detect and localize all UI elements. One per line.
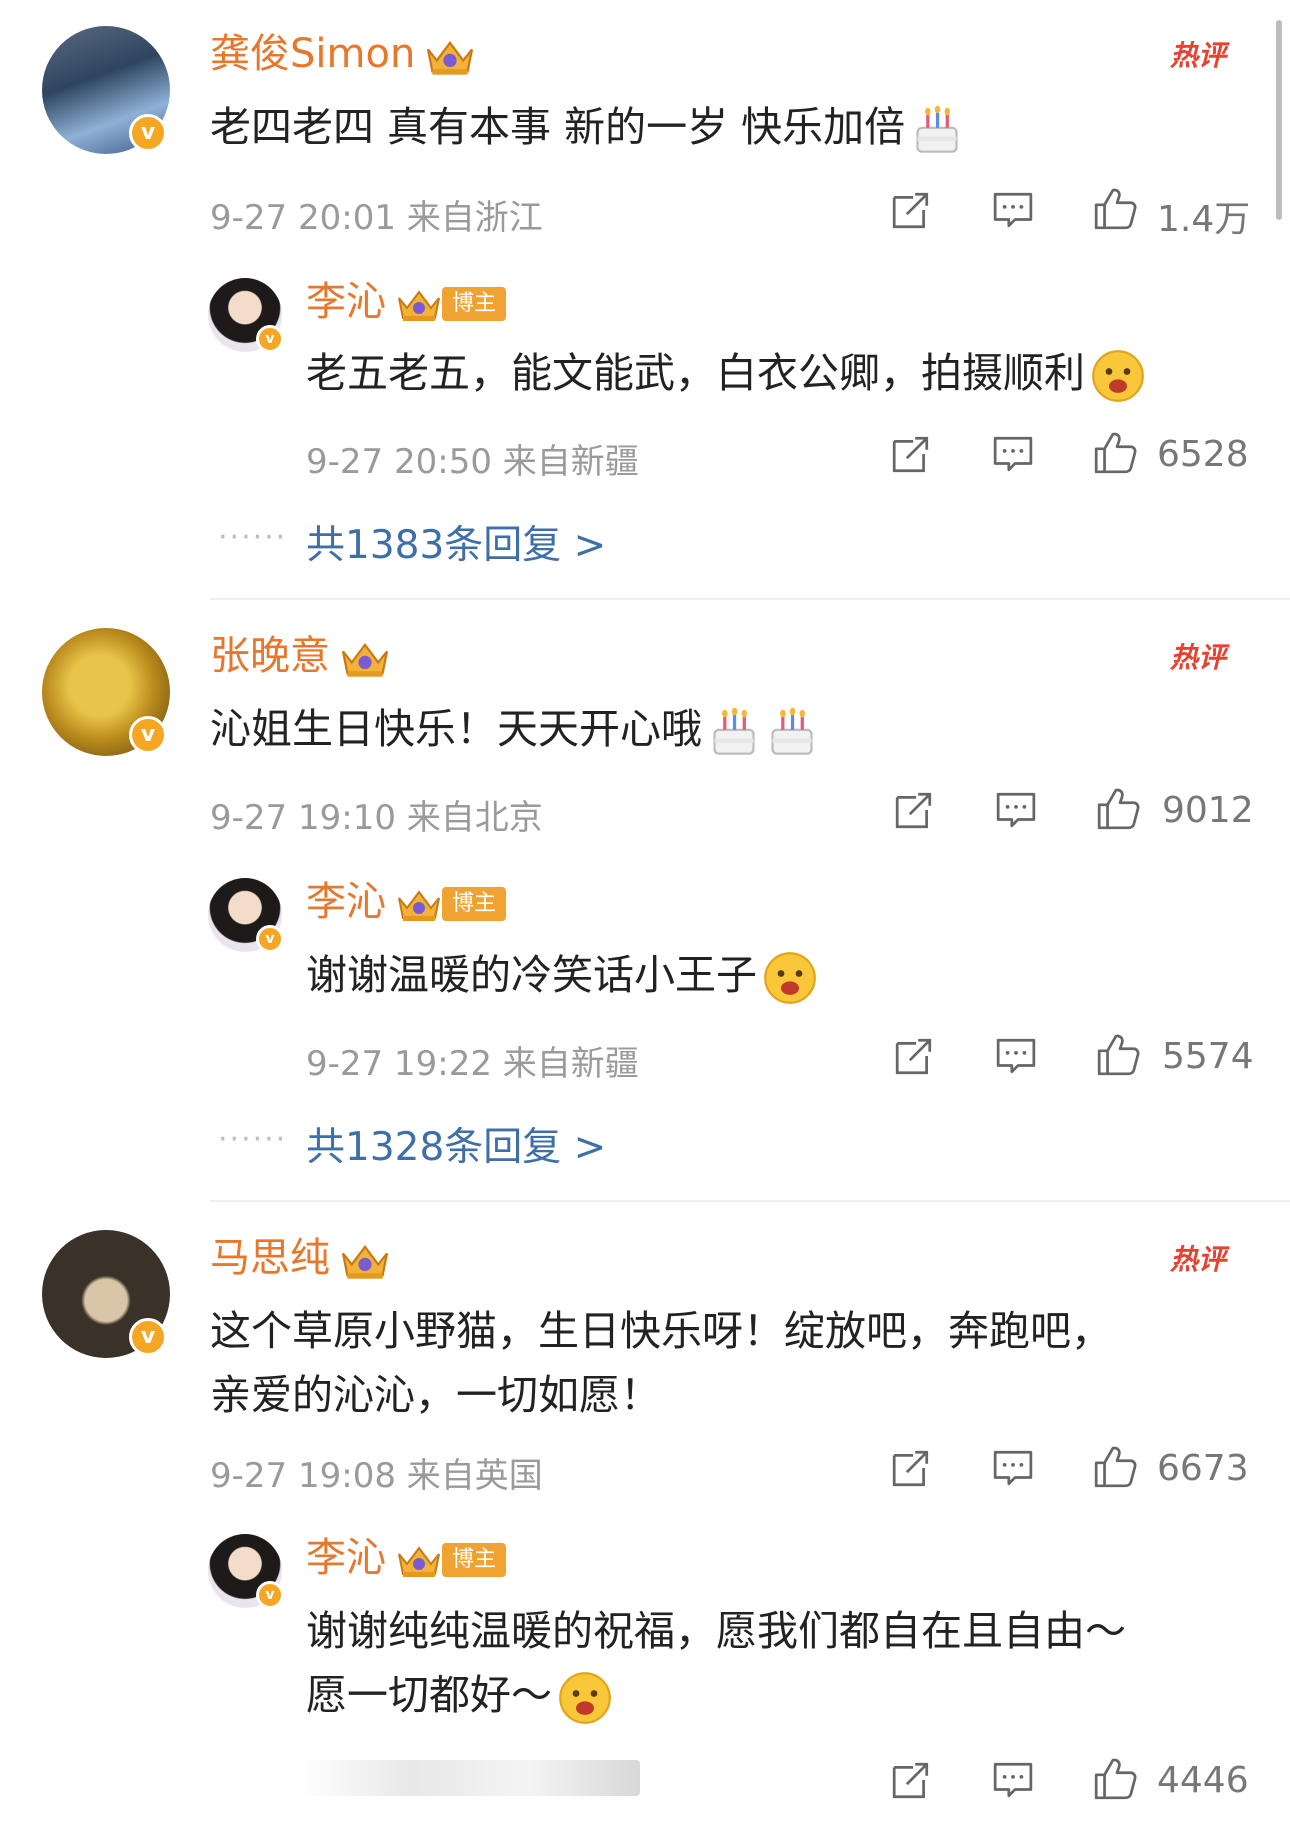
like-icon[interactable] [1092,430,1138,476]
comment-text: 老四老四 真有本事 新的一岁 快乐加倍 [210,96,963,158]
like-count: 9012 [1162,790,1254,831]
share-icon[interactable] [890,433,932,475]
commenter-name[interactable]: 张晚意 [210,632,392,680]
verified-icon: v [256,1581,284,1609]
like-count: 5574 [1162,1036,1254,1077]
divider [210,1200,1290,1202]
like-icon[interactable] [1092,1756,1138,1802]
crown-icon [394,884,444,924]
comment-text-line2: 亲爱的沁沁，一切如愿！ [210,1371,661,1419]
surprised-emoji [1091,349,1145,403]
reply-text: 老五老五，能文能武，白衣公卿，拍摄顺利 [306,342,1145,404]
hot-comment-badge: 热评 [1170,1243,1227,1276]
comment-text: 沁姐生日快乐！天天开心哦 [210,698,818,760]
thinking-emoji [763,951,817,1005]
more-dots: ······ [218,520,288,555]
hug-emoji [558,1671,612,1725]
author-tag: 博主 [442,287,507,321]
more-dots: ······ [218,1122,288,1157]
comment-icon[interactable] [995,1035,1037,1077]
reply-name[interactable]: 李沁 博主 [306,278,507,326]
comment-meta: 9-27 20:01 来自浙江 [210,198,543,238]
share-icon[interactable] [893,789,935,831]
comment-icon[interactable] [992,189,1034,231]
like-icon[interactable] [1095,786,1141,832]
verified-icon: v [256,325,284,353]
crown-icon [338,1238,392,1282]
crown-icon [338,636,392,680]
like-count: 4446 [1157,1760,1249,1801]
verified-icon: v [256,925,284,953]
like-icon[interactable] [1092,1444,1138,1490]
scrollbar[interactable] [1276,20,1282,220]
view-replies-link[interactable]: 共1383条回复 > [306,514,606,570]
cake-emoji [911,104,963,156]
comment-meta: 9-27 19:08 来自英国 [210,1456,543,1496]
reply-text-line1: 谢谢纯纯温暖的祝福，愿我们都自在且自由～ [306,1607,1126,1655]
hot-comment-badge: 热评 [1170,641,1227,674]
author-tag: 博主 [442,887,507,921]
verified-icon: v [129,114,167,152]
comment-icon[interactable] [995,789,1037,831]
reply-text: 谢谢温暖的冷笑话小王子 [306,944,817,1006]
like-icon[interactable] [1092,186,1138,232]
divider [210,598,1290,600]
cake-emoji [708,706,760,758]
reply-meta: 9-27 20:50 来自新疆 [306,442,639,482]
share-icon[interactable] [890,189,932,231]
reply-text-line2: 愿一切都好～ [306,1664,612,1726]
like-count: 6528 [1157,434,1249,475]
commenter-name[interactable]: 马思纯 [210,1234,392,1282]
comment-text-line1: 这个草原小野猫，生日快乐呀！绽放吧，奔跑吧， [210,1307,1112,1355]
crown-icon [394,1540,444,1580]
share-icon[interactable] [890,1759,932,1801]
reply-meta: 9-27 19:22 来自新疆 [306,1044,639,1084]
reply-name[interactable]: 李沁 博主 [306,1534,507,1582]
cake-emoji [766,706,818,758]
like-count: 1.4万 [1157,199,1251,240]
reply-meta-obscured [300,1760,640,1796]
author-tag: 博主 [442,1543,507,1577]
share-icon[interactable] [890,1447,932,1489]
verified-icon: v [129,1318,167,1356]
comment-meta: 9-27 19:10 来自北京 [210,798,543,838]
reply-name[interactable]: 李沁 博主 [306,878,507,926]
crown-icon [394,284,444,324]
verified-icon: v [129,716,167,754]
like-icon[interactable] [1095,1032,1141,1078]
view-replies-link[interactable]: 共1328条回复 > [306,1116,606,1172]
comment-icon[interactable] [992,1759,1034,1801]
hot-comment-badge: 热评 [1170,39,1227,72]
comment-icon[interactable] [992,1447,1034,1489]
crown-icon [423,34,477,78]
share-icon[interactable] [893,1035,935,1077]
comment-icon[interactable] [992,433,1034,475]
like-count: 6673 [1157,1448,1249,1489]
commenter-name[interactable]: 龚俊Simon [210,30,477,78]
